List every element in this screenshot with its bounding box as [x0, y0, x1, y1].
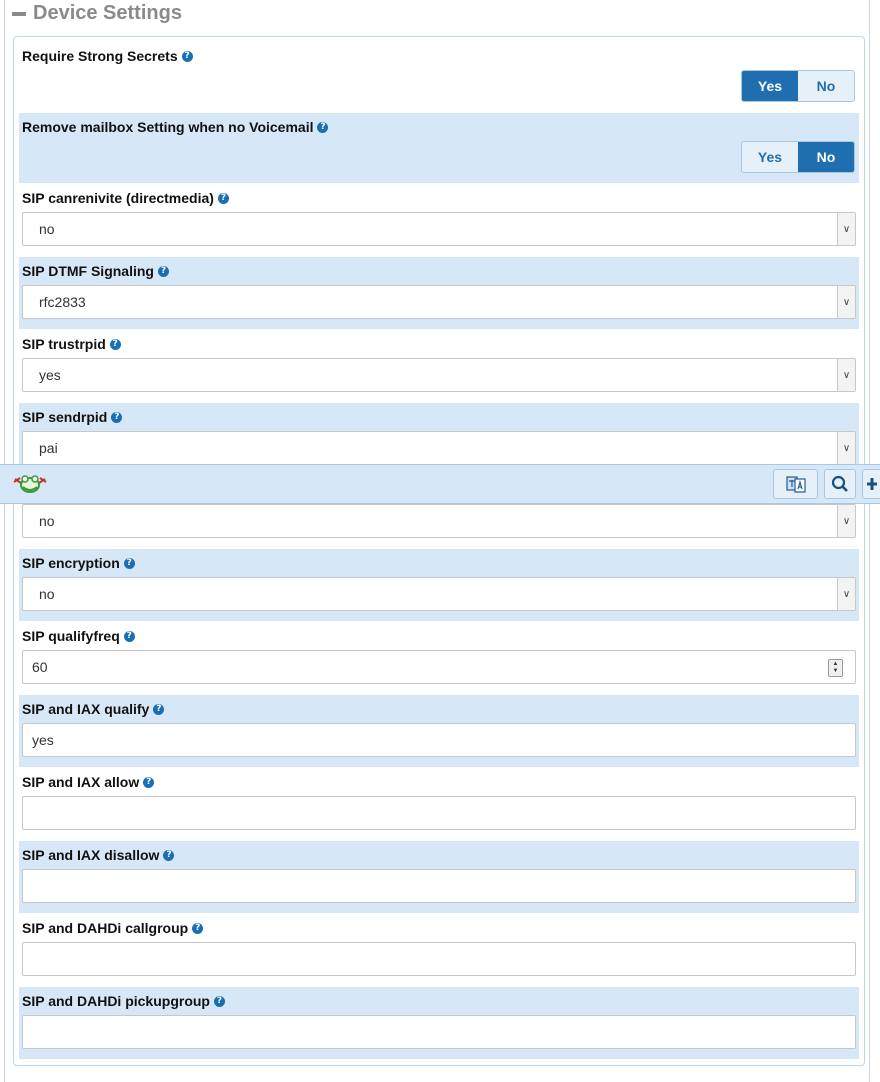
help-icon[interactable]: ? — [157, 265, 169, 277]
select-field[interactable]: rfc2833 ∨ — [22, 285, 856, 319]
toggle-yes[interactable]: Yes — [742, 142, 798, 172]
select-value: no — [39, 513, 55, 529]
setting-dahdi-pickupgroup: SIP and DAHDi pickupgroup ? — [19, 987, 859, 1059]
setting-sip-dtmf: SIP DTMF Signaling ? rfc2833 ∨ — [19, 257, 859, 329]
yes-no-toggle[interactable]: Yes No — [741, 141, 855, 173]
setting-label: SIP and IAX qualify — [22, 701, 150, 717]
input-value: 60 — [32, 659, 48, 675]
search-icon — [831, 475, 848, 492]
chevron-down-icon[interactable]: ∨ — [837, 432, 855, 464]
number-spinner[interactable]: ▲ ▼ — [828, 659, 843, 677]
setting-label: SIP encryption — [22, 555, 120, 571]
help-icon[interactable]: ? — [109, 338, 121, 350]
setting-label: Remove mailbox Setting when no Voicemail — [22, 119, 314, 135]
chevron-down-icon[interactable]: ∨ — [837, 286, 855, 318]
input-value: yes — [32, 732, 54, 748]
help-icon[interactable]: ? — [123, 557, 135, 569]
help-icon[interactable]: ? — [163, 849, 175, 861]
frog-logo-icon[interactable] — [11, 471, 49, 497]
setting-remove-mailbox: Remove mailbox Setting when no Voicemail… — [19, 113, 859, 183]
select-value: pai — [39, 440, 58, 456]
setting-label: SIP and IAX disallow — [22, 847, 160, 863]
search-button[interactable] — [824, 469, 856, 499]
help-icon[interactable]: ? — [317, 121, 329, 133]
select-field[interactable]: no ∨ — [22, 212, 856, 246]
setting-sip-iax-qualify: SIP and IAX qualify ? yes — [19, 695, 859, 767]
help-icon[interactable]: ? — [217, 192, 229, 204]
setting-label: SIP trustrpid — [22, 336, 106, 352]
collapse-icon[interactable] — [12, 12, 26, 16]
yes-no-toggle[interactable]: Yes No — [741, 70, 855, 102]
add-button[interactable] — [862, 469, 880, 499]
setting-label: SIP qualifyfreq — [22, 628, 120, 644]
text-input[interactable]: yes — [22, 723, 856, 757]
setting-label: SIP and IAX allow — [22, 774, 140, 790]
setting-label: SIP and DAHDi pickupgroup — [22, 993, 210, 1009]
text-input[interactable] — [22, 796, 856, 830]
plus-icon — [866, 478, 877, 490]
floating-toolbar — [0, 464, 880, 504]
chevron-down-icon[interactable]: ∨ — [837, 359, 855, 391]
text-input[interactable] — [22, 1015, 856, 1049]
select-field[interactable]: pai ∨ — [22, 431, 856, 465]
setting-sip-iax-disallow: SIP and IAX disallow ? — [19, 841, 859, 913]
chevron-down-icon[interactable]: ∨ — [837, 505, 855, 537]
setting-dahdi-callgroup: SIP and DAHDi callgroup ? — [19, 914, 859, 986]
setting-sip-iax-allow: SIP and IAX allow ? — [19, 768, 859, 840]
setting-label: Require Strong Secrets — [22, 48, 178, 64]
setting-sip-encryption: SIP encryption ? no ∨ — [19, 549, 859, 621]
toggle-yes[interactable]: Yes — [742, 71, 798, 101]
chevron-down-icon[interactable]: ∨ — [837, 213, 855, 245]
translate-button[interactable] — [773, 469, 818, 499]
number-input[interactable]: 60 ▲ ▼ — [22, 650, 856, 684]
section-title: Device Settings — [33, 1, 182, 24]
select-field[interactable]: no ∨ — [22, 504, 856, 538]
toggle-no[interactable]: No — [798, 71, 854, 101]
setting-label: SIP and DAHDi callgroup — [22, 920, 189, 936]
select-field[interactable]: no ∨ — [22, 577, 856, 611]
select-field[interactable]: yes ∨ — [22, 358, 856, 392]
section-header[interactable]: Device Settings — [12, 0, 182, 26]
select-value: no — [39, 221, 55, 237]
help-icon[interactable]: ? — [153, 703, 165, 715]
help-icon[interactable]: ? — [123, 630, 135, 642]
setting-sip-canreinvite: SIP canrenivite (directmedia) ? no ∨ — [19, 184, 859, 256]
setting-label: SIP DTMF Signaling — [22, 263, 154, 279]
help-icon[interactable]: ? — [213, 995, 225, 1007]
translate-icon — [785, 476, 806, 493]
setting-label: SIP sendrpid — [22, 409, 108, 425]
help-icon[interactable]: ? — [143, 776, 155, 788]
setting-sip-trustrpid: SIP trustrpid ? yes ∨ — [19, 330, 859, 402]
select-value: yes — [39, 367, 61, 383]
setting-require-strong-secrets: Require Strong Secrets ? Yes No — [19, 41, 859, 105]
toggle-no[interactable]: No — [798, 142, 854, 172]
select-value: no — [39, 586, 55, 602]
help-icon[interactable]: ? — [181, 50, 193, 62]
text-input[interactable] — [22, 869, 856, 903]
help-icon[interactable]: ? — [111, 411, 123, 423]
setting-sip-qualifyfreq: SIP qualifyfreq ? 60 ▲ ▼ — [19, 622, 859, 694]
help-icon[interactable]: ? — [192, 922, 204, 934]
setting-label: SIP canrenivite (directmedia) — [22, 190, 214, 206]
chevron-down-icon[interactable]: ∨ — [837, 578, 855, 610]
select-value: rfc2833 — [39, 294, 86, 310]
text-input[interactable] — [22, 942, 856, 976]
